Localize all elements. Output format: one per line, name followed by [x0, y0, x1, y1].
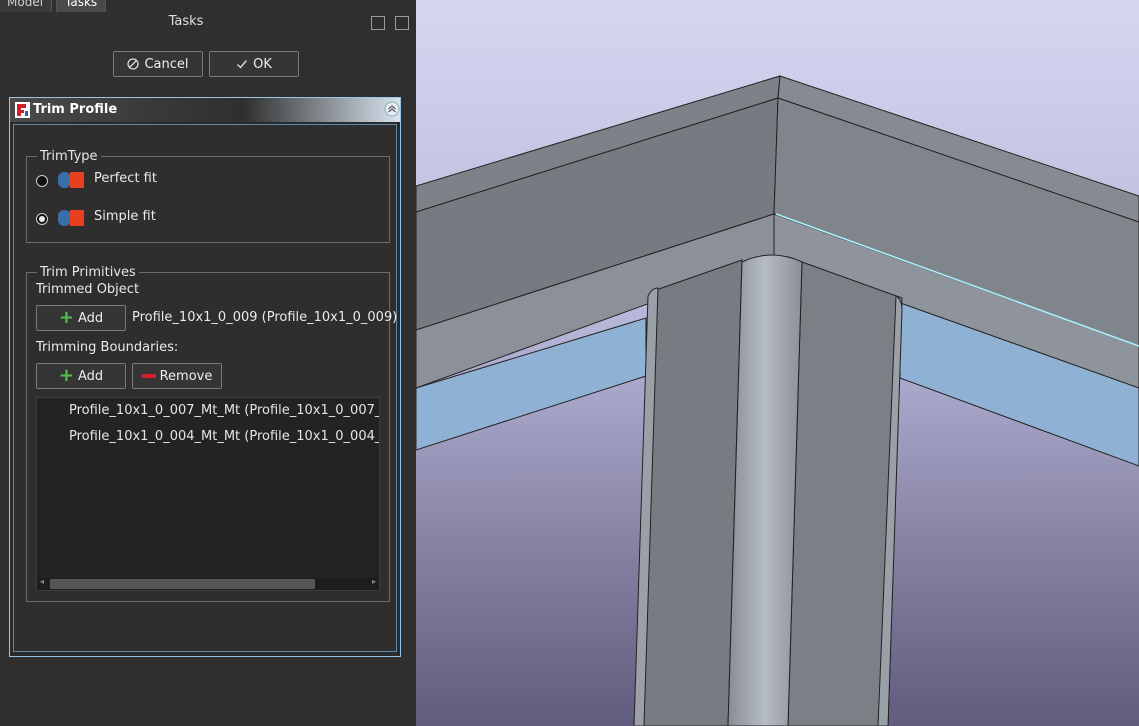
perfect-fit-radio[interactable]: [36, 175, 48, 187]
boundaries-list[interactable]: Profile_10x1_0_007_Mt_Mt (Profile_10x1_0…: [36, 397, 380, 591]
scroll-right-icon[interactable]: ▸: [372, 577, 376, 586]
cancel-icon: [127, 58, 140, 70]
undock-icon[interactable]: [395, 16, 409, 30]
freecad-logo-icon: [15, 102, 30, 118]
task-panel: Model Tasks Tasks Cancel OK Trim Profile…: [0, 0, 416, 726]
plus-icon: +: [58, 307, 74, 328]
add-trimmed-object-button[interactable]: + Add: [36, 305, 126, 331]
tab-tasks[interactable]: Tasks: [56, 0, 107, 12]
scrollbar-thumb[interactable]: [50, 579, 315, 589]
simple-fit-label: Simple fit: [94, 209, 156, 224]
collapse-icon[interactable]: [371, 16, 385, 30]
simple-fit-icon: [58, 210, 84, 226]
trimming-boundaries-label: Trimming Boundaries:: [36, 340, 179, 355]
tasks-title: Tasks: [168, 14, 204, 29]
3d-viewport[interactable]: [416, 0, 1139, 726]
remove-icon: [141, 374, 156, 378]
trim-primitives-legend: Trim Primitives: [40, 265, 136, 280]
add-boundary-button[interactable]: + Add: [36, 363, 126, 389]
panel-body: TrimType Perfect fit Simple fit Trim Pri…: [13, 124, 397, 652]
trimmed-object-label: Trimmed Object: [36, 282, 140, 297]
chevron-up-icon[interactable]: [384, 101, 400, 117]
trim-type-legend: TrimType: [40, 149, 98, 164]
plus-icon: +: [58, 365, 74, 386]
perfect-fit-label: Perfect fit: [94, 171, 157, 186]
tab-model[interactable]: Model: [0, 0, 53, 12]
trim-profile-panel: Trim Profile TrimType Perfect fit Simple…: [9, 97, 401, 657]
list-item[interactable]: Profile_10x1_0_007_Mt_Mt (Profile_10x1_0…: [69, 403, 379, 418]
perfect-fit-icon: [58, 172, 84, 188]
ok-button[interactable]: OK: [209, 51, 299, 77]
3d-model-view: [416, 75, 1139, 726]
panel-header: Trim Profile: [10, 98, 400, 122]
check-icon: [237, 60, 248, 69]
trimmed-object-value: Profile_10x1_0_009 (Profile_10x1_0_009): [132, 310, 398, 325]
cancel-button[interactable]: Cancel: [113, 51, 203, 77]
tab-bar: Model Tasks: [0, 0, 416, 12]
list-item[interactable]: Profile_10x1_0_004_Mt_Mt (Profile_10x1_0…: [69, 429, 379, 444]
remove-boundary-button[interactable]: Remove: [132, 363, 222, 389]
simple-fit-radio[interactable]: [36, 213, 48, 225]
trim-type-group: TrimType: [26, 149, 390, 243]
scroll-left-icon[interactable]: ◂: [40, 577, 44, 586]
panel-title: Trim Profile: [33, 102, 118, 117]
horizontal-scrollbar[interactable]: ◂ ▸: [37, 577, 379, 590]
